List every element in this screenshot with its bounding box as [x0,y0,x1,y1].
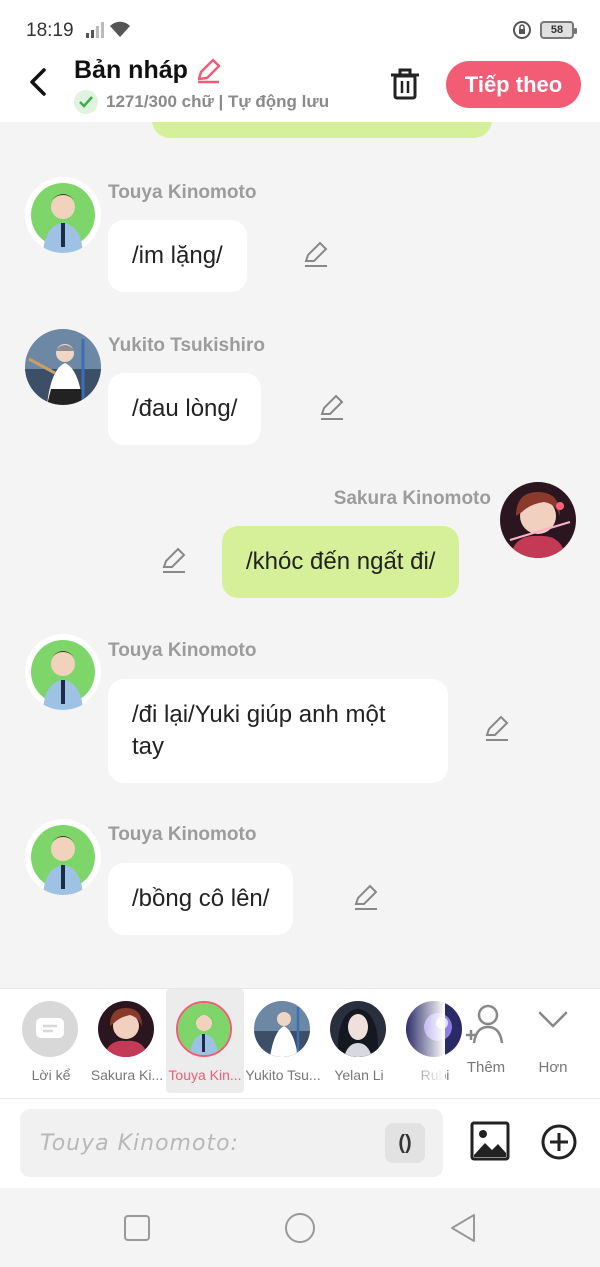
sender-name: Touya Kinomoto [108,182,257,203]
message-item: Yukito Tsukishiro /đau lòng/ [0,292,600,445]
message-bubble[interactable]: /bồng cô lên/ [108,863,294,935]
message-item: Sakura Kinomoto /khóc đến ngất đi/ [0,442,600,602]
character-label: Yelan Li [334,1067,384,1083]
avatar [98,1001,154,1057]
avatar [330,1001,386,1057]
character-label: Yukito Tsu... [245,1067,321,1083]
scroll-fade [405,989,445,1093]
message-item: Touya Kinomoto /bồng cô lên/ [0,792,600,972]
narrator-icon [22,1001,78,1057]
signal-icon [86,22,104,38]
message-bubble[interactable]: /đau lòng/ [108,373,262,445]
back-button[interactable] [22,64,54,100]
edit-icon[interactable] [318,394,346,422]
check-icon [74,90,98,114]
sender-name: Sakura Kinomoto [333,488,491,509]
plus-circle-icon[interactable] [540,1123,578,1161]
input-placeholder: Touya Kinomoto: [40,1131,239,1156]
add-label: Thêm [466,1059,506,1076]
message-item: Touya Kinomoto /im lặng/ [0,122,600,292]
more-label: Hơn [538,1059,568,1076]
edit-icon[interactable] [302,241,330,269]
word-count-status: 1271/300 chữ | Tự động lưu [106,92,330,111]
message-bubble[interactable]: /đi lại/Yuki giúp anh một tay [108,679,448,783]
sender-name: Touya Kinomoto [108,640,257,661]
status-time: 18:19 [26,20,74,41]
chevron-down-icon [538,1011,568,1028]
chat-area[interactable]: Touya Kinomoto /im lặng/ Yukito Tsukishi… [0,122,600,988]
system-nav-bar [0,1188,600,1267]
status-right: 58 [512,20,577,40]
avatar [254,1001,310,1057]
signal-wifi-group [86,20,132,38]
chevron-left-icon [30,68,46,96]
sender-name: Yukito Tsukishiro [108,335,265,356]
character-yukito[interactable]: Yukito Tsu... [244,989,322,1093]
status-bar: 18:19 58 [0,0,600,56]
recent-apps-icon[interactable] [121,1212,153,1244]
message-item: Touya Kinomoto /đi lại/Yuki giúp anh một… [0,602,600,792]
message-bubble[interactable]: /im lặng/ [108,220,247,292]
character-sakura[interactable]: Sakura Ki... [88,989,166,1093]
character-label: Lời kể [31,1067,71,1083]
sender-name: Touya Kinomoto [108,824,257,845]
wifi-icon [110,21,130,37]
title-row: Bản nháp [74,56,222,85]
next-button[interactable]: Tiếp theo [446,61,581,108]
add-character-button[interactable]: Thêm [456,1003,516,1083]
save-status: 1271/300 chữ | Tự động lưu [74,90,329,114]
message-bubble[interactable]: /khóc đến ngất đi/ [222,526,460,598]
battery-indicator: 58 [540,21,577,39]
parentheses-button[interactable]: () [385,1123,425,1163]
avatar[interactable] [25,329,101,405]
avatar [176,1001,232,1057]
character-yelan[interactable]: Yelan Li [320,989,398,1093]
input-bar: Touya Kinomoto: () [0,1098,600,1188]
avatar[interactable] [25,177,101,253]
header: Bản nháp 1271/300 chữ | Tự động lưu Tiếp… [0,56,600,122]
character-label: Sakura Ki... [90,1067,164,1083]
character-touya[interactable]: Touya Kin... [166,989,244,1093]
home-icon[interactable] [284,1212,316,1244]
character-selector: Lời kể Sakura Ki... Touya Kin... Yukito … [0,988,600,1098]
image-icon[interactable] [470,1121,510,1161]
avatar[interactable] [500,482,576,558]
add-user-icon [466,1004,504,1044]
edit-icon[interactable] [352,884,380,912]
avatar[interactable] [25,819,101,895]
message-input[interactable]: Touya Kinomoto: () [20,1109,443,1177]
edit-icon[interactable] [160,547,188,575]
rotation-lock-icon [513,21,531,39]
pencil-icon[interactable] [194,57,222,85]
trash-icon[interactable] [386,64,424,102]
edit-icon[interactable] [483,715,511,743]
character-narrator[interactable]: Lời kể [12,989,90,1093]
avatar[interactable] [25,634,101,710]
more-button[interactable]: Hơn [523,1003,583,1083]
back-nav-icon[interactable] [448,1212,480,1244]
page-title: Bản nháp [74,56,188,84]
character-label: Touya Kin... [168,1067,242,1083]
